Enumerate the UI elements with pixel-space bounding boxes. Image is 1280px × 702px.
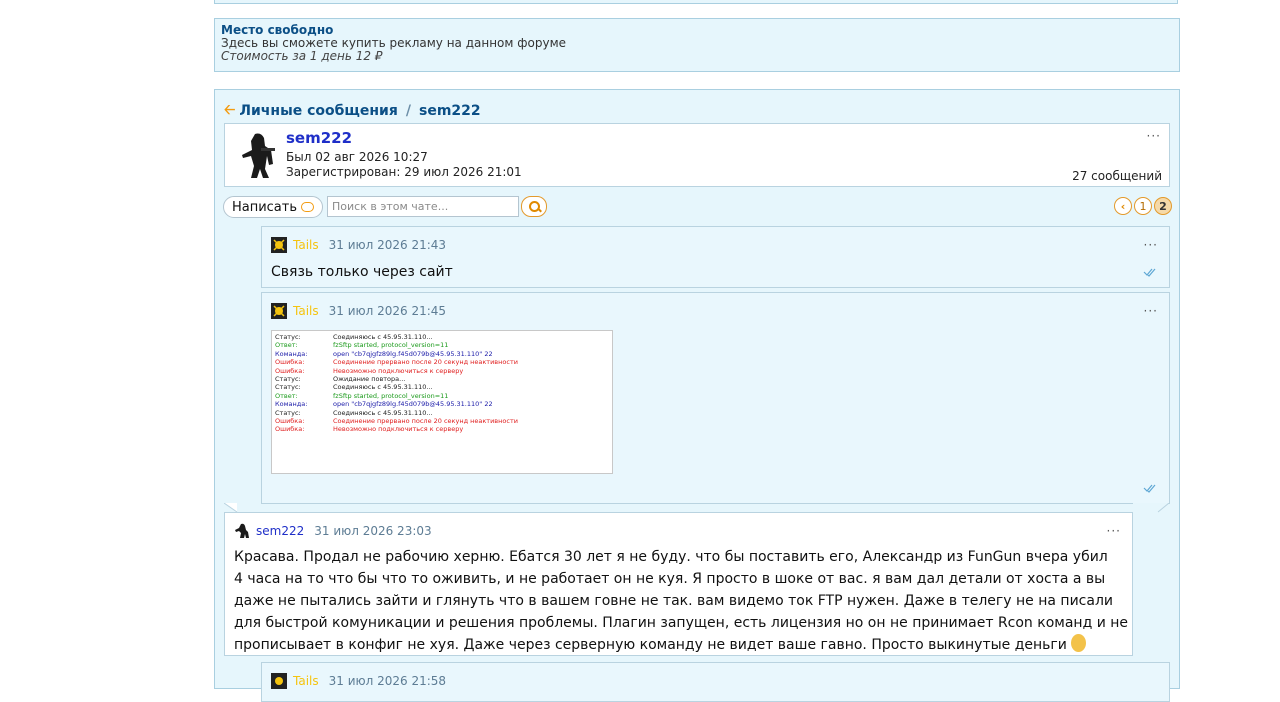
log-text: Соединяюсь с 45.95.31.110... bbox=[333, 408, 433, 417]
top-panel-edge bbox=[214, 0, 1178, 4]
avatar[interactable] bbox=[235, 130, 279, 178]
log-label: Статус: bbox=[275, 408, 301, 417]
speech-bubble-icon bbox=[301, 202, 315, 212]
log-line: Статус: Соединяюсь с 45.95.31.110... bbox=[275, 409, 609, 417]
log-text: Невозможно подключиться к серверу bbox=[333, 366, 464, 375]
ad-banner[interactable]: Место свободно Здесь вы сможете купить р… bbox=[214, 18, 1180, 72]
log-line: Команда: open "cb7qjgfz89lg.f45d079b@45.9… bbox=[275, 400, 609, 408]
write-button-label: Написать bbox=[231, 199, 298, 215]
log-label: Статус: bbox=[275, 383, 301, 392]
log-text: Соединение прервано после 20 секунд неак… bbox=[333, 417, 518, 426]
log-line: Статус: Соединяюсь с 45.95.31.110... bbox=[275, 383, 609, 391]
log-line: Ошибка: Соединение прервано после 20 секу… bbox=[275, 417, 609, 425]
log-line: Ошибка: Невозможно подключиться к серверу bbox=[275, 367, 609, 375]
message-item: Tails 31 июл 2026 21:45 ··· Статус: Соеди… bbox=[261, 292, 1170, 504]
message-line: Красава. Продал не рабочию херню. Ебатся… bbox=[234, 549, 1108, 565]
message-author[interactable]: sem222 bbox=[256, 524, 304, 538]
breadcrumb: 🡠 Личные сообщения / sem222 bbox=[224, 99, 481, 123]
profile-message-count: 27 сообщений bbox=[1072, 169, 1162, 183]
message-header: Tails 31 июл 2026 21:58 bbox=[271, 673, 446, 689]
page-2-current: 2 bbox=[1154, 197, 1172, 215]
log-label: Ответ: bbox=[275, 341, 298, 350]
log-label: Команда: bbox=[275, 400, 308, 409]
log-label: Ответ: bbox=[275, 391, 298, 400]
message-text: Связь только через сайт bbox=[271, 264, 453, 280]
message-header: Tails 31 июл 2026 21:43 bbox=[271, 237, 446, 253]
log-text: Соединяюсь с 45.95.31.110... bbox=[333, 383, 433, 392]
message-author[interactable]: Tails bbox=[293, 238, 319, 252]
log-text: Соединение прервано после 20 секунд неак… bbox=[333, 358, 518, 367]
message-menu-button[interactable]: ··· bbox=[1107, 524, 1121, 538]
log-text: fzSftp started, protocol_version=11 bbox=[333, 391, 449, 400]
message-item: Tails 31 июл 2026 21:43 ··· Связь только… bbox=[261, 226, 1170, 288]
log-label: Ошибка: bbox=[275, 417, 305, 426]
back-arrow-icon[interactable]: 🡠 bbox=[224, 99, 235, 123]
log-text: fzSftp started, protocol_version=11 bbox=[333, 341, 449, 350]
message-text: Красава. Продал не рабочию херню. Ебатся… bbox=[234, 546, 1128, 656]
log-line: Статус: Соединяюсь с 45.95.31.110... bbox=[275, 333, 609, 341]
log-label: Статус: bbox=[275, 333, 301, 341]
message-date: 31 июл 2026 21:58 bbox=[328, 674, 447, 688]
author-avatar[interactable] bbox=[234, 523, 250, 539]
message-date: 31 июл 2026 23:03 bbox=[314, 524, 432, 538]
log-text: open "cb7qjgfz89lg.f45d079b@45.95.31.110… bbox=[333, 400, 493, 409]
chat-search-input[interactable] bbox=[327, 196, 519, 217]
message-line: 4 часа на то что бы что то оживить, и не… bbox=[234, 571, 1106, 587]
author-avatar[interactable] bbox=[271, 303, 287, 319]
ok-hand-emoji-icon bbox=[1070, 634, 1086, 652]
breadcrumb-separator: / bbox=[405, 103, 411, 119]
prev-page-button[interactable]: ‹ bbox=[1114, 197, 1132, 215]
message-author[interactable]: Tails bbox=[293, 304, 319, 318]
log-label: Ошибка: bbox=[275, 425, 305, 434]
message-line: даже не пытались зайти и глянуть что в в… bbox=[234, 593, 1113, 609]
search-button[interactable] bbox=[521, 196, 547, 217]
message-line: прописывает в конфиг не хуя. Даже через … bbox=[234, 637, 1067, 653]
page-1-button[interactable]: 1 bbox=[1134, 197, 1152, 215]
breadcrumb-user-link[interactable]: sem222 bbox=[419, 103, 481, 119]
read-check-icon bbox=[1143, 484, 1156, 493]
log-label: Статус: bbox=[275, 375, 301, 384]
message-item: Tails 31 июл 2026 21:58 bbox=[261, 662, 1170, 702]
message-date: 31 июл 2026 21:45 bbox=[328, 304, 447, 318]
log-line: Ответ: fzSftp started, protocol_version=1… bbox=[275, 341, 609, 349]
pagination: ‹ 1 2 bbox=[1114, 197, 1172, 215]
log-line: Ошибка: Соединение прервано после 20 секу… bbox=[275, 358, 609, 366]
profile-menu-button[interactable]: ··· bbox=[1147, 129, 1161, 143]
profile-registered: Зарегистрирован: 29 июл 2026 21:01 bbox=[286, 165, 522, 179]
message-date: 31 июл 2026 21:43 bbox=[328, 238, 447, 252]
read-check-icon bbox=[1143, 268, 1156, 277]
log-label: Ошибка: bbox=[275, 366, 305, 375]
message-menu-button[interactable]: ··· bbox=[1144, 238, 1158, 252]
message-header: Tails 31 июл 2026 21:45 bbox=[271, 303, 446, 319]
profile-username[interactable]: sem222 bbox=[286, 129, 352, 147]
log-line: Статус: Ожидание повтора... bbox=[275, 375, 609, 383]
write-button[interactable]: Написать bbox=[223, 196, 323, 218]
profile-last-seen: Был 02 авг 2026 10:27 bbox=[286, 150, 428, 164]
author-avatar[interactable] bbox=[271, 237, 287, 253]
message-menu-button[interactable]: ··· bbox=[1144, 304, 1158, 318]
log-line: Ответ: fzSftp started, protocol_version=1… bbox=[275, 392, 609, 400]
log-line: Команда: open "cb7qjgfz89lg.f45d079b@45.9… bbox=[275, 350, 609, 358]
message-line: для быстрой комуникации и решения пробле… bbox=[234, 615, 1129, 631]
user-card: sem222 Был 02 авг 2026 10:27 Зарегистрир… bbox=[224, 123, 1170, 187]
message-item-own: sem222 31 июл 2026 23:03 ··· Красава. Пр… bbox=[224, 512, 1133, 656]
log-label: Команда: bbox=[275, 349, 308, 358]
message-header: sem222 31 июл 2026 23:03 bbox=[234, 523, 432, 539]
log-label: Ошибка: bbox=[275, 358, 305, 367]
log-text: Невозможно подключиться к серверу bbox=[333, 425, 464, 434]
author-avatar[interactable] bbox=[271, 673, 287, 689]
log-line: Ошибка: Невозможно подключиться к серверу bbox=[275, 425, 609, 433]
log-text: Ожидание повтора... bbox=[333, 375, 406, 384]
attachment-image[interactable]: Статус: Соединяюсь с 45.95.31.110... Ответ… bbox=[271, 330, 613, 474]
log-text: open "cb7qjgfz89lg.f45d079b@45.95.31.110… bbox=[333, 349, 493, 358]
message-author[interactable]: Tails bbox=[293, 674, 319, 688]
bubble-tail-right bbox=[1133, 503, 1170, 513]
ad-price: Стоимость за 1 день 12 ₽ bbox=[221, 49, 383, 63]
breadcrumb-messages-link[interactable]: Личные сообщения bbox=[239, 103, 398, 119]
log-text: Соединяюсь с 45.95.31.110... bbox=[333, 333, 433, 341]
